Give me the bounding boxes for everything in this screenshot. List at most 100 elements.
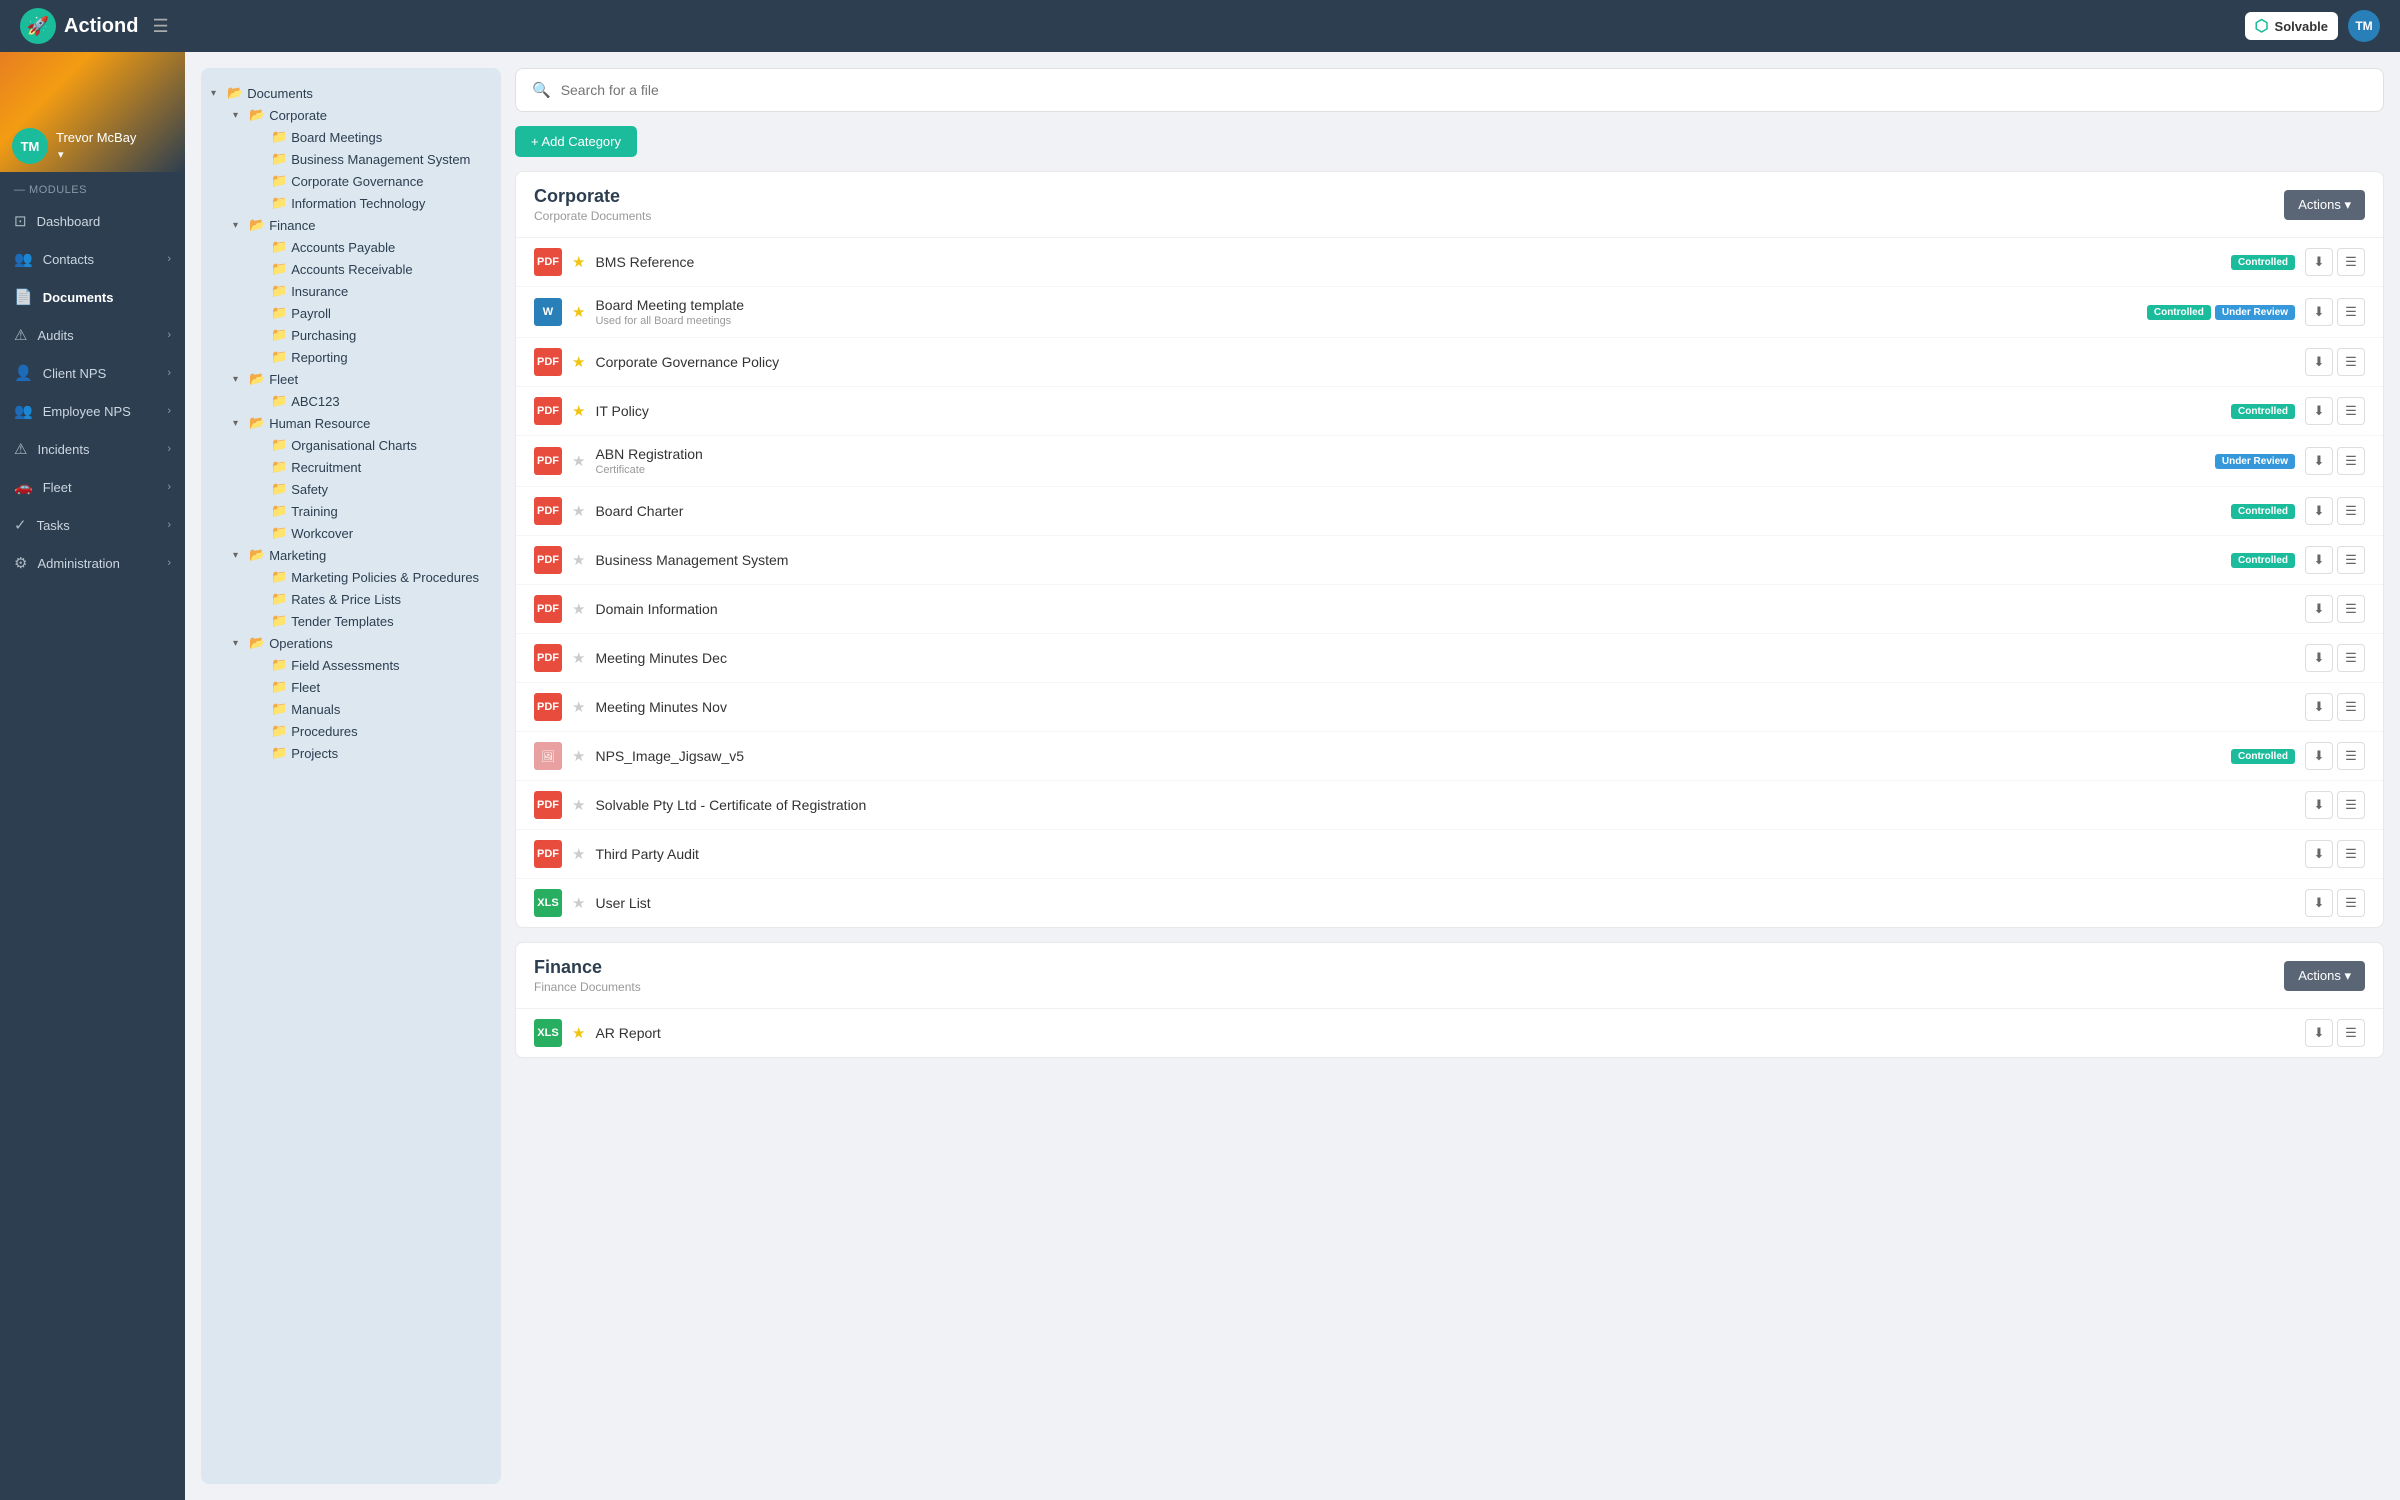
menu-button[interactable]: ☰ xyxy=(2337,248,2365,276)
download-button[interactable]: ⬇ xyxy=(2305,889,2333,917)
tree-item[interactable]: ▾📂Marketing📁Marketing Policies & Procedu… xyxy=(229,544,491,632)
download-button[interactable]: ⬇ xyxy=(2305,1019,2333,1047)
menu-button[interactable]: ☰ xyxy=(2337,693,2365,721)
menu-button[interactable]: ☰ xyxy=(2337,497,2365,525)
user-dropdown-icon[interactable]: ▾ xyxy=(58,149,64,161)
menu-button[interactable]: ☰ xyxy=(2337,1019,2365,1047)
tree-item[interactable]: 📁Training xyxy=(247,500,491,522)
star-icon[interactable]: ★ xyxy=(572,452,585,470)
sidebar-item-documents[interactable]: 📄 Documents xyxy=(0,278,185,316)
star-icon[interactable]: ★ xyxy=(572,502,585,520)
menu-button[interactable]: ☰ xyxy=(2337,397,2365,425)
corporate-actions-button[interactable]: Actions ▾ xyxy=(2284,190,2365,220)
tree-item[interactable]: 📁Reporting xyxy=(247,346,491,368)
finance-actions-button[interactable]: Actions ▾ xyxy=(2284,961,2365,991)
star-icon[interactable]: ★ xyxy=(572,796,585,814)
download-button[interactable]: ⬇ xyxy=(2305,546,2333,574)
tree-item[interactable]: 📁Manuals xyxy=(247,698,491,720)
download-button[interactable]: ⬇ xyxy=(2305,298,2333,326)
sidebar-item-dashboard[interactable]: ⊡ Dashboard xyxy=(0,202,185,240)
star-icon[interactable]: ★ xyxy=(572,303,585,321)
sidebar-item-contacts[interactable]: 👥 Contacts › xyxy=(0,240,185,278)
file-name: Board Charter xyxy=(595,503,2221,519)
tree-item[interactable]: 📁Payroll xyxy=(247,302,491,324)
corporate-section: Corporate Corporate Documents Actions ▾ … xyxy=(515,171,2384,928)
tree-item[interactable]: 📁Board Meetings xyxy=(247,126,491,148)
star-icon[interactable]: ★ xyxy=(572,894,585,912)
tree-item[interactable]: 📁Fleet xyxy=(247,676,491,698)
menu-button[interactable]: ☰ xyxy=(2337,889,2365,917)
sidebar-item-audits[interactable]: ⚠ Audits › xyxy=(0,316,185,354)
star-icon[interactable]: ★ xyxy=(572,649,585,667)
hamburger-icon[interactable]: ☰ xyxy=(152,16,168,37)
tree-item[interactable]: 📁Marketing Policies & Procedures xyxy=(247,566,491,588)
tree-item[interactable]: 📁Procedures xyxy=(247,720,491,742)
tree-item[interactable]: ▾📂Finance📁Accounts Payable📁Accounts Rece… xyxy=(229,214,491,368)
tree-item[interactable]: 📁Corporate Governance xyxy=(247,170,491,192)
star-icon[interactable]: ★ xyxy=(572,1024,585,1042)
tree-item[interactable]: 📁Workcover xyxy=(247,522,491,544)
tree-item[interactable]: 📁Field Assessments xyxy=(247,654,491,676)
top-nav-avatar[interactable]: TM xyxy=(2348,10,2380,42)
download-button[interactable]: ⬇ xyxy=(2305,644,2333,672)
menu-button[interactable]: ☰ xyxy=(2337,546,2365,574)
tree-label: Accounts Receivable xyxy=(291,262,412,277)
menu-button[interactable]: ☰ xyxy=(2337,298,2365,326)
tree-item[interactable]: 📁ABC123 xyxy=(247,390,491,412)
sidebar-item-employee-nps[interactable]: 👥 Employee NPS › xyxy=(0,392,185,430)
file-type-icon: XLS xyxy=(534,889,562,917)
tree-item[interactable]: 📁Insurance xyxy=(247,280,491,302)
star-icon[interactable]: ★ xyxy=(572,253,585,271)
tree-item[interactable]: 📁Recruitment xyxy=(247,456,491,478)
star-icon[interactable]: ★ xyxy=(572,698,585,716)
tree-item[interactable]: 📁Rates & Price Lists xyxy=(247,588,491,610)
tree-item[interactable]: ▾📂Corporate📁Board Meetings📁Business Mana… xyxy=(229,104,491,214)
sidebar-item-incidents[interactable]: ⚠ Incidents › xyxy=(0,430,185,468)
tree-item[interactable]: 📁Information Technology xyxy=(247,192,491,214)
tree-item[interactable]: ▾📂Operations📁Field Assessments📁Fleet📁Man… xyxy=(229,632,491,764)
download-button[interactable]: ⬇ xyxy=(2305,742,2333,770)
download-button[interactable]: ⬇ xyxy=(2305,595,2333,623)
star-icon[interactable]: ★ xyxy=(572,353,585,371)
sidebar-item-administration[interactable]: ⚙ Administration › xyxy=(0,544,185,582)
menu-button[interactable]: ☰ xyxy=(2337,840,2365,868)
menu-button[interactable]: ☰ xyxy=(2337,644,2365,672)
download-button[interactable]: ⬇ xyxy=(2305,447,2333,475)
tree-item[interactable]: 📁Safety xyxy=(247,478,491,500)
search-input[interactable] xyxy=(561,82,2367,98)
tree-item[interactable]: ▾📂Human Resource📁Organisational Charts📁R… xyxy=(229,412,491,544)
tree-item[interactable]: 📁Tender Templates xyxy=(247,610,491,632)
tree-item[interactable]: 📁Accounts Receivable xyxy=(247,258,491,280)
download-button[interactable]: ⬇ xyxy=(2305,397,2333,425)
tree-item[interactable]: 📁Organisational Charts xyxy=(247,434,491,456)
star-icon[interactable]: ★ xyxy=(572,402,585,420)
sidebar-user-panel: TM Trevor McBay ▾ xyxy=(0,52,185,172)
tree-item[interactable]: 📁Purchasing xyxy=(247,324,491,346)
menu-button[interactable]: ☰ xyxy=(2337,595,2365,623)
tree-label: Reporting xyxy=(291,350,347,365)
download-button[interactable]: ⬇ xyxy=(2305,348,2333,376)
menu-button[interactable]: ☰ xyxy=(2337,742,2365,770)
tree-item[interactable]: ▾📂Fleet📁ABC123 xyxy=(229,368,491,412)
tree-item[interactable]: 📁Business Management System xyxy=(247,148,491,170)
download-button[interactable]: ⬇ xyxy=(2305,497,2333,525)
star-icon[interactable]: ★ xyxy=(572,747,585,765)
download-button[interactable]: ⬇ xyxy=(2305,693,2333,721)
download-button[interactable]: ⬇ xyxy=(2305,791,2333,819)
tree-item[interactable]: 📁Accounts Payable xyxy=(247,236,491,258)
tree-label: Information Technology xyxy=(291,196,425,211)
menu-button[interactable]: ☰ xyxy=(2337,348,2365,376)
tree-item[interactable]: 📁Projects xyxy=(247,742,491,764)
sidebar-item-client-nps[interactable]: 👤 Client NPS › xyxy=(0,354,185,392)
menu-button[interactable]: ☰ xyxy=(2337,791,2365,819)
menu-button[interactable]: ☰ xyxy=(2337,447,2365,475)
sidebar-item-tasks[interactable]: ✓ Tasks › xyxy=(0,506,185,544)
download-button[interactable]: ⬇ xyxy=(2305,840,2333,868)
sidebar-item-fleet[interactable]: 🚗 Fleet › xyxy=(0,468,185,506)
add-category-button[interactable]: + Add Category xyxy=(515,126,637,157)
star-icon[interactable]: ★ xyxy=(572,845,585,863)
download-button[interactable]: ⬇ xyxy=(2305,248,2333,276)
star-icon[interactable]: ★ xyxy=(572,551,585,569)
star-icon[interactable]: ★ xyxy=(572,600,585,618)
tree-item[interactable]: ▾📂Documents▾📂Corporate📁Board Meetings📁Bu… xyxy=(211,82,491,764)
